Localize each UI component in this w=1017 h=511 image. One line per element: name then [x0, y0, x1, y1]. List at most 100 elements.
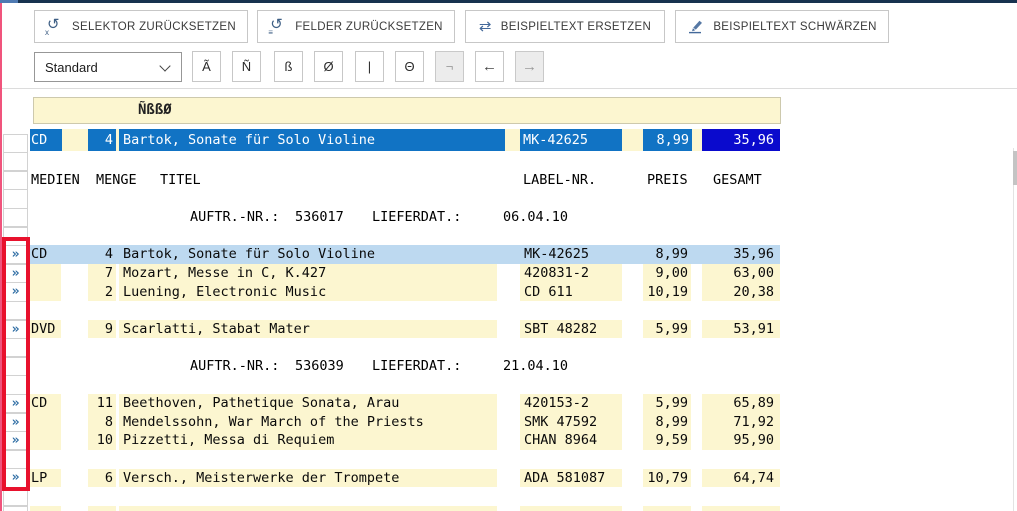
- cell-label-nr[interactable]: 420153-2: [520, 394, 622, 413]
- cell-medien[interactable]: CD: [30, 245, 61, 264]
- reset-fields-icon: ↺≡: [269, 19, 286, 35]
- cell-titel[interactable]: Luening, Electronic Music: [119, 283, 497, 302]
- column-header-menge: MENGE: [96, 171, 137, 190]
- cell-medien[interactable]: [30, 283, 61, 302]
- cell-preis[interactable]: [643, 506, 691, 511]
- cell-menge[interactable]: 2: [88, 283, 116, 302]
- cell-titel[interactable]: [119, 506, 497, 511]
- cell-gesamt[interactable]: 95,90: [702, 431, 780, 450]
- cell-preis[interactable]: 10,19: [643, 283, 691, 302]
- selector-cell-medien[interactable]: CD: [30, 129, 62, 151]
- cell-preis[interactable]: 9,00: [643, 264, 691, 283]
- selector-cell-menge[interactable]: 4: [88, 129, 116, 151]
- cell-menge[interactable]: 6: [88, 469, 116, 488]
- sample-characters-field[interactable]: ÑßßØ: [33, 97, 781, 124]
- cell-titel[interactable]: Mozart, Messe in C, K.427: [119, 264, 497, 283]
- reset-fields-button[interactable]: ↺≡ FELDER ZURÜCKSETZEN: [257, 10, 455, 43]
- scrollbar-thumb[interactable]: [1013, 151, 1017, 185]
- cell-medien[interactable]: LP: [30, 469, 61, 488]
- cell-medien[interactable]: DVD: [30, 320, 61, 339]
- char-button-theta[interactable]: Θ: [395, 51, 424, 82]
- cell-gesamt[interactable]: [702, 506, 780, 511]
- cell-gesamt[interactable]: 53,91: [702, 320, 780, 339]
- cell-preis[interactable]: 5,99: [643, 394, 691, 413]
- order-number-label: AUFTR.-NR.:: [190, 357, 279, 376]
- cell-medien[interactable]: [30, 264, 61, 283]
- selector-cell-titel[interactable]: Bartok, Sonate für Solo Violine: [119, 129, 505, 151]
- profile-select-value: Standard: [45, 60, 98, 75]
- char-button-eszett[interactable]: ß: [274, 51, 303, 82]
- selector-cell-preis[interactable]: 8,99: [643, 129, 692, 151]
- cell-gesamt[interactable]: 63,00: [702, 264, 780, 283]
- selector-cell-empty: [3, 134, 28, 153]
- cell-preis[interactable]: 10,79: [643, 469, 691, 488]
- redact-sample-text-button[interactable]: BEISPIELTEXT SCHWÄRZEN: [675, 10, 889, 43]
- redact-sample-text-label: BEISPIELTEXT SCHWÄRZEN: [713, 21, 876, 33]
- cell-menge[interactable]: 10: [88, 431, 116, 450]
- cell-menge[interactable]: 8: [88, 413, 116, 432]
- profile-select[interactable]: Standard: [34, 52, 182, 82]
- cell-titel[interactable]: Pizzetti, Messa di Requiem: [119, 431, 497, 450]
- selector-template-row[interactable]: CD 4 Bartok, Sonate für Solo Violine MK-…: [30, 129, 780, 151]
- delivery-date-value: 21.04.10: [503, 357, 568, 376]
- table-row: CD 11Beethoven, Pathetique Sonata, Arau 42…: [0, 394, 1017, 413]
- cell-medien[interactable]: [30, 506, 61, 511]
- cell-titel[interactable]: Bartok, Sonate für Solo Violine: [119, 245, 497, 264]
- column-header-gesamt: GESAMT: [713, 171, 762, 190]
- cell-gesamt[interactable]: 20,38: [702, 283, 780, 302]
- cell-preis[interactable]: 5,99: [643, 320, 691, 339]
- table-row: CD 4Bartok, Sonate für Solo Violine MK-426…: [0, 245, 1017, 264]
- char-button-n-tilde[interactable]: Ñ: [232, 51, 261, 82]
- selector-cell-empty: [3, 375, 28, 394]
- selector-cell-gesamt[interactable]: 35,96: [702, 129, 780, 151]
- window-top-accent: [0, 0, 18, 3]
- table-row: 7Mozart, Messe in C, K.427 420831-2 9,00 63…: [0, 264, 1017, 283]
- column-header-titel: TITEL: [160, 171, 201, 190]
- cell-label-nr[interactable]: CHAN 8964: [520, 431, 622, 450]
- reset-fields-label: FELDER ZURÜCKSETZEN: [295, 21, 443, 33]
- cell-label-nr[interactable]: SBT 48282: [520, 320, 622, 339]
- table-row: [0, 506, 1017, 511]
- cell-preis[interactable]: 8,99: [643, 413, 691, 432]
- cell-menge[interactable]: 9: [88, 320, 116, 339]
- cell-titel[interactable]: Mendelssohn, War March of the Priests: [119, 413, 497, 432]
- order-number-value: 536039: [295, 357, 344, 376]
- cell-gesamt[interactable]: 71,92: [702, 413, 780, 432]
- cell-label-nr[interactable]: CD 611: [520, 283, 622, 302]
- replace-sample-text-icon: ⇄: [479, 19, 492, 35]
- cell-medien[interactable]: [30, 431, 61, 450]
- cell-titel[interactable]: Versch., Meisterwerke der Trompete: [119, 469, 497, 488]
- cell-medien[interactable]: [30, 413, 61, 432]
- cell-gesamt[interactable]: 35,96: [702, 245, 780, 264]
- cell-menge[interactable]: [88, 506, 116, 511]
- char-button-a-tilde[interactable]: Ã: [192, 51, 221, 82]
- replace-sample-text-button[interactable]: ⇄ BEISPIELTEXT ERSETZEN: [465, 10, 665, 43]
- cell-titel[interactable]: Scarlatti, Stabat Mater: [119, 320, 497, 339]
- selector-cell-empty: [3, 450, 28, 469]
- cell-label-nr[interactable]: ADA 581087: [520, 469, 622, 488]
- window-top-border: [0, 0, 1017, 3]
- cell-preis[interactable]: 8,99: [643, 245, 691, 264]
- cell-medien[interactable]: CD: [30, 394, 61, 413]
- cell-menge[interactable]: 11: [88, 394, 116, 413]
- cell-label-nr[interactable]: 420831-2: [520, 264, 622, 283]
- cell-gesamt[interactable]: 65,89: [702, 394, 780, 413]
- selector-cell-empty: [3, 152, 28, 171]
- order-number-label: AUFTR.-NR.:: [190, 208, 279, 227]
- char-button-o-slash[interactable]: Ø: [314, 51, 343, 82]
- cell-label-nr[interactable]: [520, 506, 622, 511]
- reset-selector-icon: ↺x: [46, 19, 63, 35]
- table-header-row: MEDIENMENGETITELLABEL-NR.PREISGESAMT: [0, 171, 1017, 190]
- reset-selector-button[interactable]: ↺x SELEKTOR ZURÜCKSETZEN: [34, 10, 248, 43]
- cell-menge[interactable]: 4: [88, 245, 116, 264]
- cursor-left-button[interactable]: ←: [475, 51, 504, 82]
- cell-preis[interactable]: 9,59: [643, 431, 691, 450]
- cell-label-nr[interactable]: MK-42625: [520, 245, 622, 264]
- cell-menge[interactable]: 7: [88, 264, 116, 283]
- cell-label-nr[interactable]: SMK 47592: [520, 413, 622, 432]
- char-button-pipe[interactable]: |: [355, 51, 384, 82]
- cell-titel[interactable]: Beethoven, Pathetique Sonata, Arau: [119, 394, 497, 413]
- selector-cell-label-nr[interactable]: MK-42625: [520, 129, 622, 151]
- cell-gesamt[interactable]: 64,74: [702, 469, 780, 488]
- chevron-down-icon: [159, 60, 170, 71]
